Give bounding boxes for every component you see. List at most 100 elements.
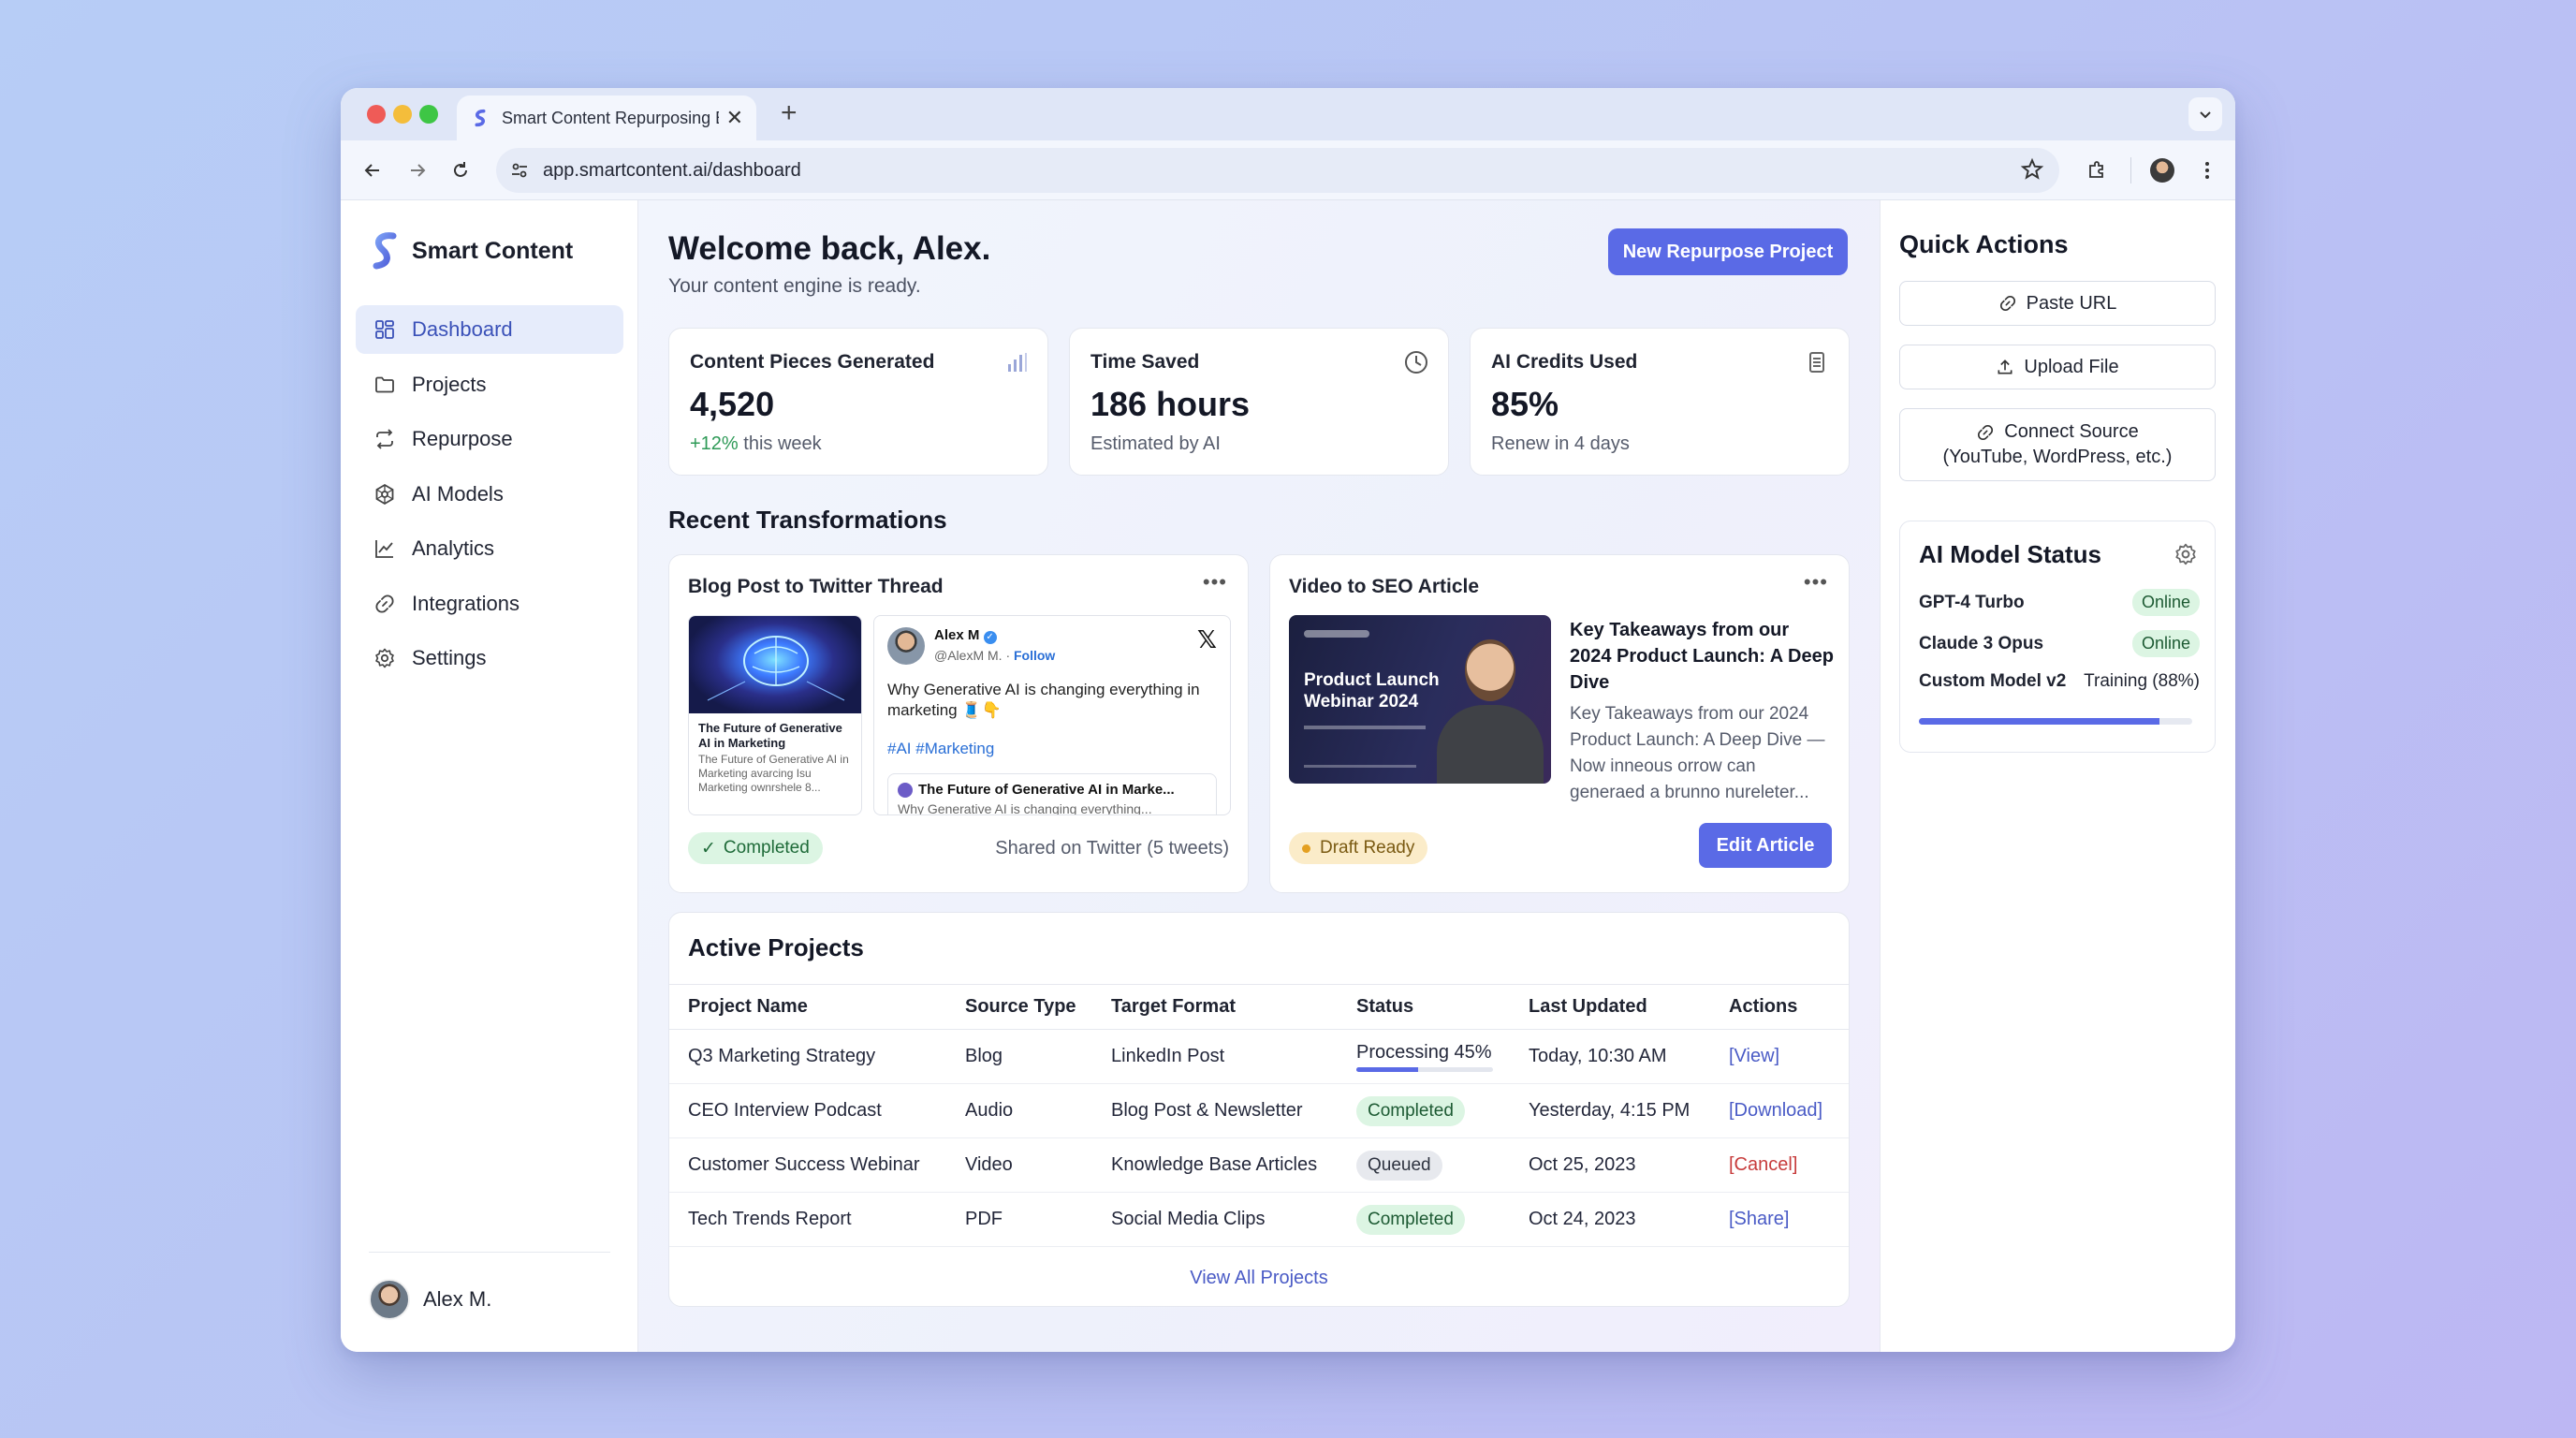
- minimize-window-button[interactable]: [393, 105, 412, 124]
- model-name: Claude 3 Opus: [1919, 633, 2044, 653]
- sidebar-divider: [369, 1252, 610, 1253]
- status-processing: Processing 45%: [1356, 1041, 1492, 1063]
- article-heading: Key Takeaways from our 2024 Product Laun…: [1570, 620, 1834, 693]
- video-title: Product Launch Webinar 2024: [1304, 670, 1440, 712]
- column-header: Status: [1338, 984, 1510, 1030]
- active-projects-card: Active Projects Project Name Source Type…: [668, 912, 1850, 1307]
- stat-value: 186 hours: [1090, 385, 1251, 423]
- sidebar: Smart Content Dashboard Projects Repurpo…: [341, 200, 638, 1352]
- clock-icon: [1405, 351, 1427, 374]
- site-settings-icon[interactable]: [509, 160, 530, 181]
- tweet-avatar: [887, 627, 925, 665]
- sidebar-item-label: Dashboard: [412, 317, 513, 341]
- upload-file-button[interactable]: Upload File: [1899, 345, 2216, 389]
- last-updated: Oct 25, 2023: [1510, 1137, 1710, 1193]
- new-tab-button[interactable]: +: [781, 97, 798, 129]
- more-options-icon[interactable]: •••: [1804, 570, 1828, 594]
- target-format: Social Media Clips: [1092, 1192, 1338, 1247]
- connect-source-button[interactable]: Connect Source (YouTube, WordPress, etc.…: [1899, 408, 2216, 481]
- table-row[interactable]: CEO Interview Podcast Audio Blog Post & …: [669, 1083, 1849, 1138]
- link-icon: [1999, 295, 2015, 312]
- chevron-down-icon: [2200, 111, 2211, 119]
- stat-card-ai-credits: AI Credits Used 85% Renew in 4 days: [1470, 328, 1850, 476]
- button-label: Connect Source: [2004, 421, 2139, 442]
- table-row[interactable]: Customer Success Webinar Video Knowledge…: [669, 1137, 1849, 1193]
- quote-source-icon: [898, 782, 913, 798]
- sidebar-item-ai-models[interactable]: AI Models: [356, 470, 623, 519]
- transformation-title: Blog Post to Twitter Thread: [688, 576, 944, 597]
- extensions-button[interactable]: [2082, 155, 2112, 185]
- action-download-link[interactable]: [Download]: [1710, 1083, 1849, 1138]
- main-content: Welcome back, Alex. Your content engine …: [638, 200, 1880, 1352]
- transformation-title: Video to SEO Article: [1289, 576, 1480, 597]
- database-icon: [1809, 352, 1824, 373]
- action-cancel-link[interactable]: [Cancel]: [1710, 1137, 1849, 1193]
- gear-icon[interactable]: [2174, 542, 2198, 566]
- action-view-link[interactable]: [View]: [1710, 1029, 1849, 1084]
- tab-search-button[interactable]: [2188, 97, 2222, 131]
- sidebar-item-label: Settings: [412, 646, 487, 669]
- transformation-card-blog-twitter[interactable]: Blog Post to Twitter Thread ••• The Futu…: [668, 554, 1249, 893]
- button-label: Upload File: [2024, 356, 2119, 377]
- sidebar-item-repurpose[interactable]: Repurpose: [356, 415, 623, 463]
- status-cell: Processing 45%: [1338, 1029, 1510, 1084]
- reload-icon: [454, 162, 467, 177]
- stat-label: Content Pieces Generated: [690, 351, 935, 373]
- action-share-link[interactable]: [Share]: [1710, 1192, 1849, 1247]
- bookmark-star-icon[interactable]: [2020, 157, 2044, 182]
- model-training-status: Training (88%): [2084, 671, 2200, 691]
- sidebar-item-label: Integrations: [412, 591, 520, 615]
- target-format: LinkedIn Post: [1092, 1029, 1338, 1084]
- table-row[interactable]: Tech Trends Report PDF Social Media Clip…: [669, 1192, 1849, 1247]
- tab-title: Smart Content Repurposing E: [502, 108, 719, 127]
- arrow-right-icon: [411, 164, 426, 177]
- brand[interactable]: Smart Content: [369, 230, 573, 271]
- dashboard-icon: [373, 317, 397, 342]
- close-tab-icon[interactable]: ✕: [726, 106, 743, 130]
- sidebar-item-dashboard[interactable]: Dashboard: [356, 305, 623, 354]
- tweet-quote-header: The Future of Generative AI in Marke...: [898, 782, 1207, 798]
- status-badge: Completed: [1356, 1095, 1465, 1126]
- table-row[interactable]: Q3 Marketing Strategy Blog LinkedIn Post…: [669, 1029, 1849, 1084]
- stat-card-time-saved: Time Saved 186 hours Estimated by AI: [1069, 328, 1449, 476]
- page-subtitle: Your content engine is ready.: [668, 275, 921, 297]
- model-name: Custom Model v2: [1919, 671, 2067, 691]
- reload-button[interactable]: [446, 155, 476, 185]
- stat-card-content-pieces: Content Pieces Generated 4,520 +12% this…: [668, 328, 1048, 476]
- sidebar-item-settings[interactable]: Settings: [356, 634, 623, 682]
- repeat-icon: [373, 427, 397, 451]
- view-all-projects-link[interactable]: View All Projects: [669, 1268, 1849, 1289]
- url-text: app.smartcontent.ai/dashboard: [543, 159, 801, 181]
- sidebar-item-label: Projects: [412, 372, 487, 396]
- stat-label: AI Credits Used: [1491, 351, 1638, 373]
- sidebar-item-label: Analytics: [412, 536, 495, 560]
- browser-menu-button[interactable]: [2192, 155, 2222, 185]
- profile-button[interactable]: [2147, 155, 2177, 185]
- article-excerpt: Key Takeaways from our 2024 Product Laun…: [1570, 704, 1825, 802]
- sidebar-item-analytics[interactable]: Analytics: [356, 524, 623, 573]
- training-progress-fill: [1919, 718, 2159, 725]
- close-window-button[interactable]: [367, 105, 386, 124]
- ai-model-status-title: AI Model Status: [1919, 540, 2102, 568]
- paste-url-button[interactable]: Paste URL: [1899, 281, 2216, 326]
- forward-button[interactable]: [402, 155, 432, 185]
- sidebar-item-integrations[interactable]: Integrations: [356, 580, 623, 628]
- browser-tab[interactable]: Smart Content Repurposing E ✕: [457, 95, 756, 140]
- video-thumbnail[interactable]: Product Launch Webinar 2024: [1289, 615, 1551, 784]
- quick-actions-title: Quick Actions: [1899, 230, 2069, 258]
- transformation-meta: Shared on Twitter (5 tweets): [995, 838, 1229, 858]
- back-button[interactable]: [358, 155, 388, 185]
- maximize-window-button[interactable]: [419, 105, 438, 124]
- user-profile[interactable]: Alex M.: [369, 1279, 491, 1320]
- status-badge-draft: Draft Ready: [1289, 832, 1428, 864]
- stat-note: Estimated by AI: [1090, 433, 1221, 454]
- url-bar[interactable]: app.smartcontent.ai/dashboard: [496, 148, 2059, 193]
- tweet-follow-link[interactable]: Follow: [1014, 648, 1055, 663]
- edit-article-button[interactable]: Edit Article: [1699, 823, 1832, 868]
- more-options-icon[interactable]: •••: [1203, 570, 1227, 594]
- new-repurpose-project-button[interactable]: New Repurpose Project: [1608, 228, 1848, 275]
- transformation-card-video-seo[interactable]: Video to SEO Article ••• Product Launch …: [1269, 554, 1850, 893]
- ai-model-status-card: AI Model Status GPT-4 Turbo Online Claud…: [1899, 521, 2216, 753]
- column-header: Last Updated: [1510, 984, 1710, 1030]
- sidebar-item-projects[interactable]: Projects: [356, 360, 623, 409]
